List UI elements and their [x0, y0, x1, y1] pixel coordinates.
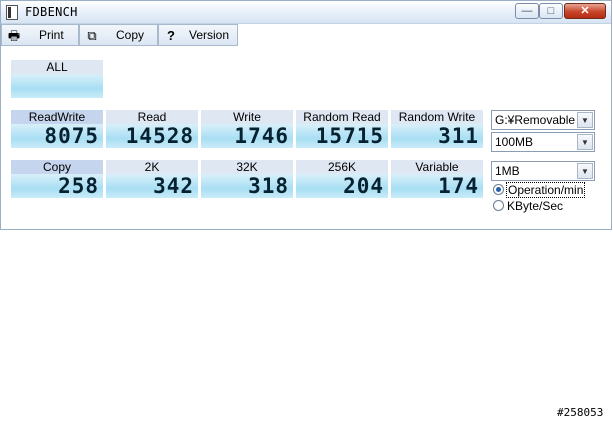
radio-selected-icon [493, 184, 504, 195]
radio-label: Operation/min [505, 182, 586, 198]
close-icon: ✕ [580, 5, 590, 17]
bench-label: Write [201, 110, 293, 124]
radio-operation-per-min[interactable]: Operation/min [491, 182, 595, 198]
bench-copy-button[interactable]: Copy 258 [11, 160, 103, 198]
bench-random-write-button[interactable]: Random Write 311 [391, 110, 483, 148]
bench-value: 342 [106, 174, 198, 198]
bench-2k-button[interactable]: 2K 342 [106, 160, 198, 198]
watermark-text: #258053 [557, 406, 604, 419]
bench-value: 15715 [296, 124, 388, 148]
copy-label: Copy [116, 28, 145, 42]
bench-label: ReadWrite [11, 110, 103, 124]
title-bar[interactable]: FDBENCH — □ ✕ [1, 1, 611, 24]
chevron-down-icon[interactable]: ▼ [577, 134, 593, 150]
bench-value: 1746 [201, 124, 293, 148]
bench-label: Random Read [296, 110, 388, 124]
close-button[interactable]: ✕ [564, 3, 606, 19]
bench-write-button[interactable]: Write 1746 [201, 110, 293, 148]
printer-icon: 🖶 [7, 28, 21, 43]
maximize-button[interactable]: □ [539, 3, 563, 19]
minimize-button[interactable]: — [515, 3, 539, 19]
copy-icon: ⧉ [87, 28, 97, 43]
bench-value: 318 [201, 174, 293, 198]
bench-label: Read [106, 110, 198, 124]
bench-value: 204 [296, 174, 388, 198]
bench-value: 8075 [11, 124, 103, 148]
block-select[interactable]: 1MB ▼ [491, 161, 595, 181]
bench-read-button[interactable]: Read 14528 [106, 110, 198, 148]
bench-label: 256K [296, 160, 388, 174]
maximize-icon: □ [547, 5, 555, 17]
chevron-down-icon[interactable]: ▼ [577, 163, 593, 179]
bench-label: 2K [106, 160, 198, 174]
help-icon: ? [167, 28, 175, 43]
block-select-value: 1MB [495, 164, 520, 178]
bench-label: ALL [11, 60, 103, 74]
print-button[interactable]: 🖶 Print [1, 24, 79, 46]
fdbench-window: FDBENCH — □ ✕ 🖶 Print ⧉ Copy ? Version A… [0, 0, 612, 230]
window-title: FDBENCH [25, 5, 78, 19]
bench-label: Copy [11, 160, 103, 174]
version-label: Version [189, 28, 230, 42]
drive-select[interactable]: G:¥Removable ▼ [491, 110, 595, 130]
bench-readwrite-button[interactable]: ReadWrite 8075 [11, 110, 103, 148]
size-select-value: 100MB [495, 135, 534, 149]
bench-all-button[interactable]: ALL [11, 60, 103, 98]
bench-value [11, 74, 103, 98]
bench-variable-button[interactable]: Variable 174 [391, 160, 483, 198]
bench-label: Variable [391, 160, 483, 174]
minimize-icon: — [521, 5, 533, 17]
bench-value: 258 [11, 174, 103, 198]
app-icon [6, 5, 18, 20]
chevron-down-icon[interactable]: ▼ [577, 112, 593, 128]
drive-select-value: G:¥Removable [495, 113, 576, 127]
copy-button[interactable]: ⧉ Copy [79, 24, 158, 46]
version-button[interactable]: ? Version [158, 24, 238, 46]
size-select[interactable]: 100MB ▼ [491, 132, 595, 152]
print-label: Print [39, 28, 64, 42]
bench-random-read-button[interactable]: Random Read 15715 [296, 110, 388, 148]
toolbar: 🖶 Print ⧉ Copy ? Version [1, 24, 611, 46]
radio-label: KByte/Sec [507, 199, 564, 213]
bench-256k-button[interactable]: 256K 204 [296, 160, 388, 198]
radio-kbyte-per-sec[interactable]: KByte/Sec [491, 198, 595, 214]
bench-label: Random Write [391, 110, 483, 124]
bench-value: 174 [391, 174, 483, 198]
bench-label: 32K [201, 160, 293, 174]
bench-32k-button[interactable]: 32K 318 [201, 160, 293, 198]
bench-value: 14528 [106, 124, 198, 148]
radio-unselected-icon [493, 200, 504, 211]
bench-value: 311 [391, 124, 483, 148]
